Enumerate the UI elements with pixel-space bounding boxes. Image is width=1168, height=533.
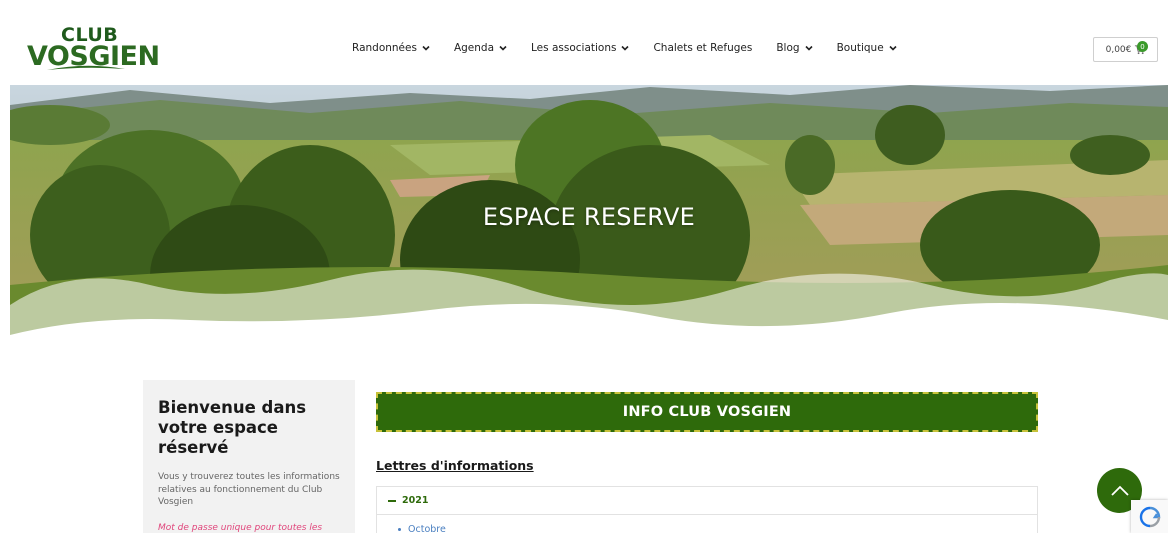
nav-item-randonnees[interactable]: Randonnées <box>352 42 430 54</box>
hero-title: ESPACE RESERVE <box>482 203 696 231</box>
minus-icon <box>388 499 396 502</box>
logo-swoosh-icon <box>47 65 125 70</box>
info-club-vosgien-banner: INFO CLUB VOSGIEN <box>376 392 1038 432</box>
cart-amount: 0,00€ <box>1105 44 1132 55</box>
month-link[interactable]: Octobre <box>408 524 446 533</box>
bullet-icon <box>398 528 401 531</box>
chevron-down-icon <box>889 45 897 51</box>
site-header: CLUB VOSGIEN Randonnées Agenda Les assoc… <box>0 0 1168 85</box>
hero-banner: ESPACE RESERVE <box>10 85 1168 355</box>
nav-item-label: Randonnées <box>352 42 417 54</box>
nav-item-label: Boutique <box>836 42 884 54</box>
chevron-down-icon <box>804 45 813 51</box>
nav-item-label: Les associations <box>531 42 617 54</box>
nav-item-label: Chalets et Refuges <box>653 42 753 54</box>
recaptcha-badge[interactable] <box>1131 500 1168 533</box>
nav-item-agenda[interactable]: Agenda <box>454 42 507 54</box>
sidebar-welcome: Bienvenue dans votre espace réservé Vous… <box>143 380 355 533</box>
cart-count-badge: 0 <box>1137 41 1148 52</box>
cart-button[interactable]: 0,00€ 0 <box>1093 37 1158 62</box>
accordion-2021: 2021 Octobre <box>376 486 1038 533</box>
chevron-down-icon <box>499 45 507 51</box>
club-vosgien-logo[interactable]: CLUB VOSGIEN <box>27 24 160 74</box>
nav-item-label: Agenda <box>453 42 495 54</box>
main-navigation: Randonnées Agenda Les associations Chale… <box>352 42 921 54</box>
chevron-up-icon <box>1110 485 1129 496</box>
nav-item-les-associations[interactable]: Les associations <box>531 42 630 54</box>
chevron-down-icon <box>422 45 430 51</box>
section-title-lettres: Lettres d'informations <box>376 458 534 473</box>
sidebar-password-note: Mot de passe unique pour toutes les asso… <box>158 522 323 533</box>
nav-item-label: Blog <box>776 42 800 54</box>
nav-item-chalets-et-refuges[interactable]: Chalets et Refuges <box>653 42 752 54</box>
nav-item-blog[interactable]: Blog <box>776 42 813 54</box>
accordion-header-2021[interactable]: 2021 <box>377 487 1037 515</box>
nav-item-boutique[interactable]: Boutique <box>837 42 897 54</box>
chevron-down-icon <box>621 45 630 51</box>
recaptcha-icon <box>1139 506 1160 527</box>
list-item[interactable]: Octobre <box>377 515 1037 533</box>
accordion-year: 2021 <box>402 495 429 506</box>
sidebar-description: Vous y trouverez toutes les informations… <box>158 472 340 507</box>
sidebar-title: Bienvenue dans votre espace réservé <box>158 398 307 457</box>
